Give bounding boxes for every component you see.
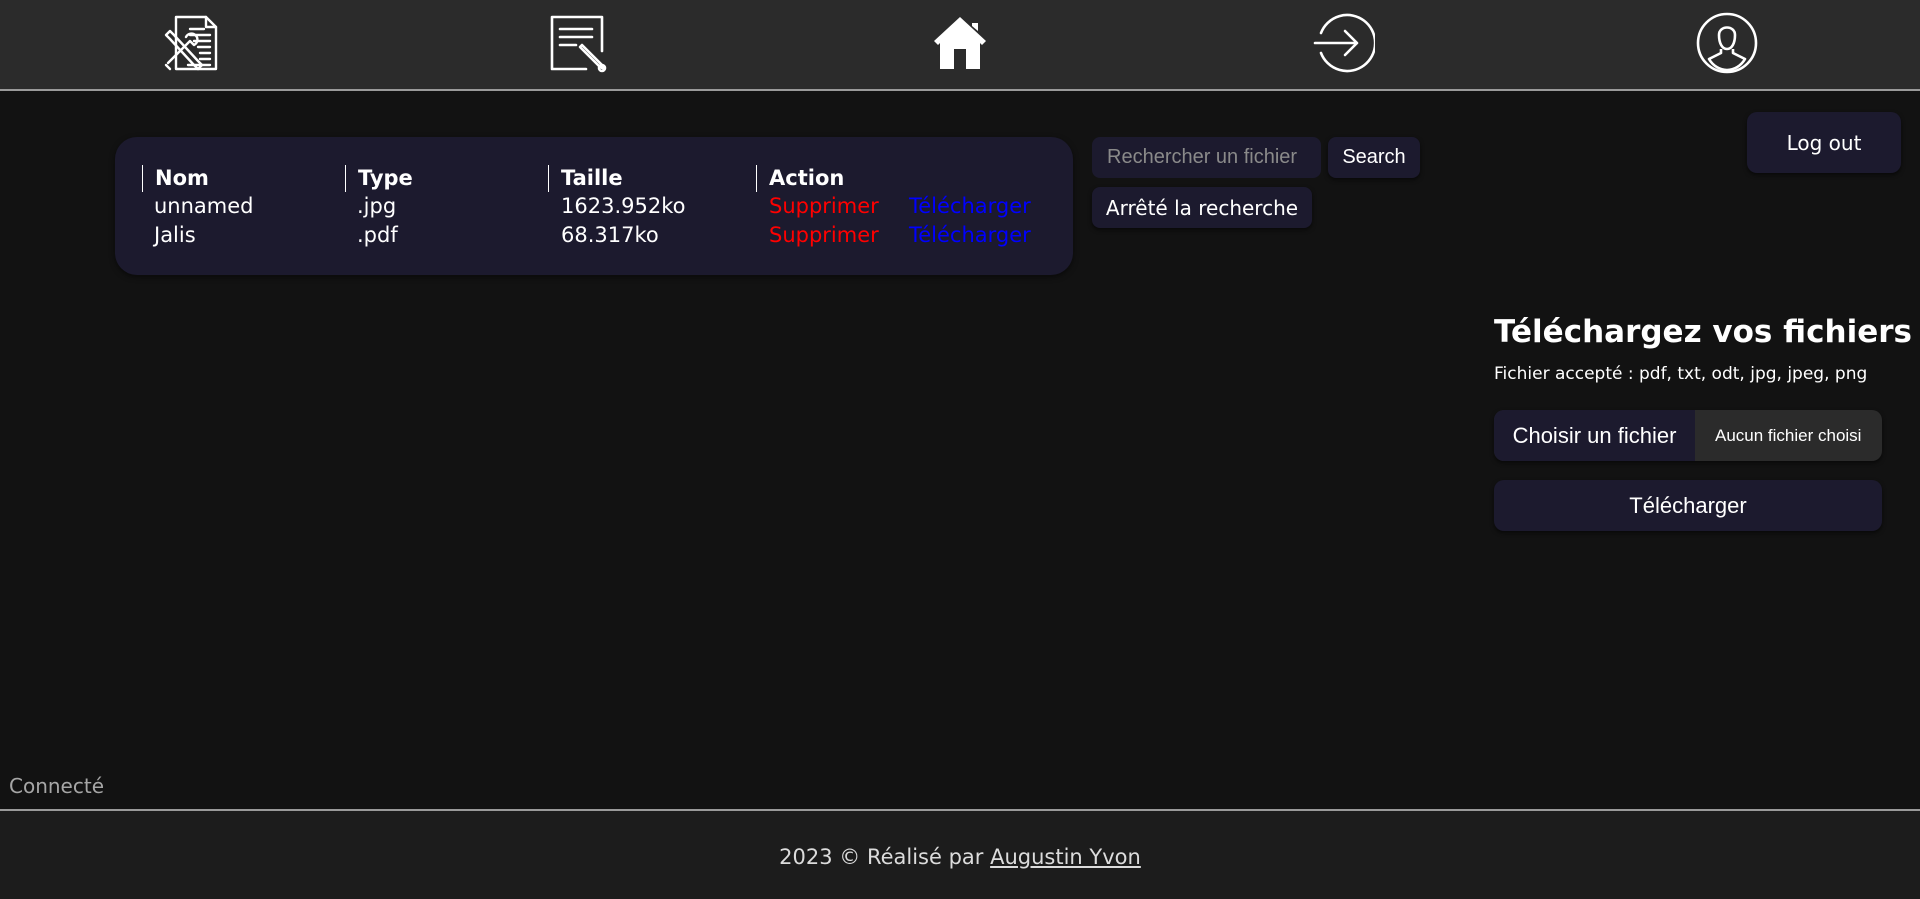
home-icon <box>934 17 986 69</box>
file-size: 1623.952ko <box>561 194 686 218</box>
file-type: .jpg <box>357 194 397 218</box>
delete-link[interactable]: Supprimer <box>769 193 879 219</box>
file-name: unnamed <box>154 194 254 218</box>
choose-file-button[interactable]: Choisir un fichier <box>1494 410 1695 461</box>
tools-document-icon <box>164 15 218 71</box>
footer-prefix: 2023 © Réalisé par <box>779 845 991 869</box>
nav-tools-button[interactable] <box>159 10 225 76</box>
download-link[interactable]: Télécharger <box>909 193 1031 219</box>
user-profile-icon <box>1696 12 1758 74</box>
nav-login-button[interactable] <box>1310 10 1376 76</box>
stop-search-button[interactable]: Arrêté la recherche <box>1092 187 1312 228</box>
nav-home-button[interactable] <box>927 10 993 76</box>
nav-profile-button[interactable] <box>1694 10 1760 76</box>
footer: 2023 © Réalisé par Augustin Yvon <box>0 809 1920 899</box>
login-arrow-icon <box>1313 13 1375 73</box>
file-type: .pdf <box>357 223 398 247</box>
delete-link[interactable]: Supprimer <box>769 222 879 248</box>
search-button[interactable]: Search <box>1328 137 1420 178</box>
download-link[interactable]: Télécharger <box>909 222 1031 248</box>
header-type: Type <box>345 165 413 192</box>
author-link[interactable]: Augustin Yvon <box>990 845 1141 869</box>
logout-button[interactable]: Log out <box>1747 112 1901 173</box>
footer-text: 2023 © Réalisé par Augustin Yvon <box>0 845 1920 869</box>
accepted-formats: Fichier accepté : pdf, txt, odt, jpg, jp… <box>1494 364 1868 384</box>
file-picker[interactable]: Choisir un fichier Aucun fichier choisi <box>1494 410 1882 461</box>
upload-title: Téléchargez vos fichiers <box>1494 314 1912 350</box>
upload-button[interactable]: Télécharger <box>1494 480 1882 531</box>
no-file-label: Aucun fichier choisi <box>1715 426 1862 445</box>
search-input[interactable] <box>1092 137 1321 178</box>
file-size: 68.317ko <box>561 223 659 247</box>
header-size: Taille <box>548 165 623 192</box>
file-name: Jalis <box>154 223 196 247</box>
edit-document-icon <box>550 15 607 73</box>
header-action: Action <box>756 165 844 192</box>
top-navigation <box>0 0 1920 91</box>
connection-status: Connecté <box>9 774 104 798</box>
header-name: Nom <box>142 165 209 192</box>
nav-edit-button[interactable] <box>545 10 611 76</box>
